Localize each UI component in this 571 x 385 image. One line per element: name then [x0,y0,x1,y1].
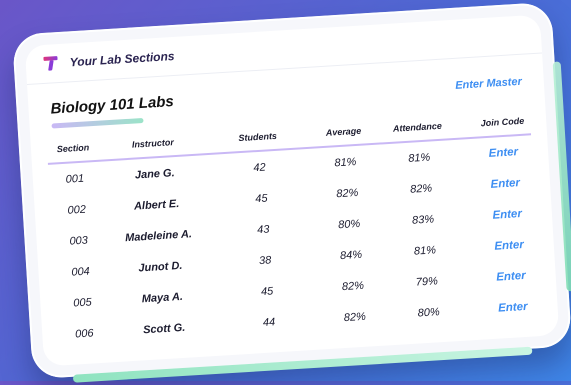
cell-average: 80% [337,217,361,231]
section-header: Biology 101 Labs [50,93,175,129]
cell-section: 003 [69,234,89,248]
brand-t-logo-icon [43,55,58,72]
cell-students: 45 [260,284,274,298]
cell-students: 44 [262,315,276,329]
cell-attendance: 81% [407,151,431,165]
cell-average: 82% [341,279,365,293]
cell-instructor: Albert E. [133,197,180,213]
enter-link[interactable]: Enter [460,176,535,192]
cell-students: 43 [256,222,270,236]
cell-average: 84% [339,248,363,262]
cell-section: 001 [65,172,85,186]
app-screen: Your Lab Sections Biology 101 Labs Enter… [24,14,560,367]
page-title: Biology 101 Labs [50,93,175,118]
cell-average: 82% [335,186,359,200]
tablet-device: Your Lab Sections Biology 101 Labs Enter… [11,1,571,383]
cell-instructor: Maya A. [141,290,184,305]
app-title: Your Lab Sections [69,48,175,70]
top-bar: Your Lab Sections [24,14,543,85]
cell-average: 81% [334,155,357,169]
cell-attendance: 83% [411,212,435,227]
cell-average: 82% [343,310,367,324]
cell-instructor: Madeleine A. [124,227,193,244]
cell-instructor: Junot D. [138,259,183,275]
cell-section: 002 [67,203,87,217]
header-attendance: Attendance [392,120,443,134]
header-average: Average [325,125,362,138]
cell-students: 38 [258,253,272,267]
header-students: Students [238,130,278,144]
cell-section: 005 [72,295,92,310]
cell-instructor: Scott G. [142,321,186,336]
title-underline [51,117,144,129]
enter-link[interactable]: Enter [463,238,538,254]
cell-section: 004 [71,265,91,279]
header-section: Section [56,142,90,155]
cell-instructor: Jane G. [134,166,175,182]
enter-link[interactable]: Enter [467,299,542,315]
cell-students: 45 [254,192,268,205]
cell-section: 006 [74,326,94,340]
cell-attendance: 82% [409,181,433,196]
cell-attendance: 80% [417,305,441,320]
lab-sections-table: Section Instructor Students Average Atte… [41,115,543,351]
cell-students: 42 [253,161,267,174]
enter-link[interactable]: Enter [465,269,540,285]
device-side-edge [552,61,571,292]
header-instructor: Instructor [131,137,175,150]
enter-master-link[interactable]: Enter Master [455,76,522,92]
enter-link[interactable]: Enter [462,207,537,223]
enter-link[interactable]: Enter [458,145,533,161]
cell-attendance: 79% [415,274,439,289]
cell-attendance: 81% [413,243,437,258]
header-join-code: Join Code [480,115,525,129]
